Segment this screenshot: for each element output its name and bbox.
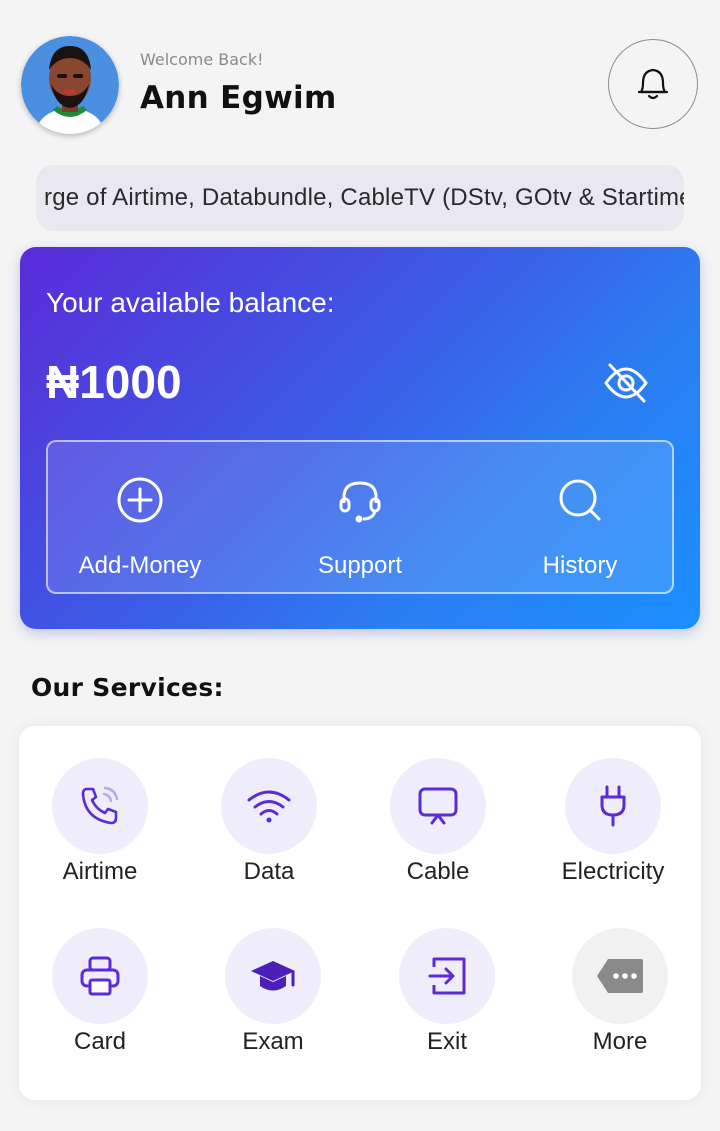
- services-panel: Airtime Data Cable Electricity Card Exam…: [19, 726, 701, 1100]
- service-label: Card: [73, 1028, 127, 1055]
- user-name: Ann Egwim: [140, 80, 337, 116]
- service-exit[interactable]: Exit: [377, 928, 517, 1068]
- more-tag-icon: [597, 959, 643, 993]
- avatar[interactable]: [21, 36, 119, 134]
- support-button[interactable]: Support: [275, 442, 445, 592]
- service-exam[interactable]: Exam: [203, 928, 343, 1068]
- headset-icon: [339, 481, 381, 523]
- quick-actions-panel: Add-Money Support History: [46, 440, 674, 594]
- service-label: Airtime: [62, 858, 138, 885]
- eye-off-icon: [604, 363, 648, 403]
- announcement-banner: rge of Airtime, Databundle, CableTV (DSt…: [36, 165, 684, 231]
- search-icon: [559, 479, 601, 521]
- service-cable[interactable]: Cable: [368, 758, 508, 898]
- service-label: Cable: [406, 858, 470, 885]
- tv-icon: [418, 787, 458, 825]
- service-card[interactable]: Card: [30, 928, 170, 1068]
- user-avatar-icon: [21, 36, 119, 134]
- bell-icon: [637, 68, 669, 100]
- services-title: Our Services:: [31, 673, 224, 702]
- service-icon-circle: [225, 928, 321, 1024]
- exit-icon: [428, 957, 466, 995]
- wifi-icon: [247, 790, 291, 823]
- service-data[interactable]: Data: [199, 758, 339, 898]
- balance-label: Your available balance:: [46, 287, 335, 318]
- service-label: Exit: [426, 1028, 467, 1055]
- header: Welcome Back! Ann Egwim: [0, 0, 720, 150]
- history-button[interactable]: History: [495, 442, 665, 592]
- service-icon-circle: [572, 928, 668, 1024]
- service-label: Electricity: [561, 858, 665, 885]
- announcement-text: rge of Airtime, Databundle, CableTV (DSt…: [44, 184, 684, 211]
- service-icon-circle: [399, 928, 495, 1024]
- notification-button[interactable]: [608, 39, 698, 129]
- service-icon-circle: [390, 758, 486, 854]
- service-more[interactable]: More: [550, 928, 690, 1068]
- service-icon-circle: [52, 758, 148, 854]
- service-electricity[interactable]: Electricity: [543, 758, 683, 898]
- service-airtime[interactable]: Airtime: [30, 758, 170, 898]
- service-label: Data: [243, 858, 295, 885]
- welcome-text: Welcome Back!: [140, 50, 264, 69]
- printer-icon: [80, 956, 120, 996]
- add-money-label: Add-Money: [78, 552, 202, 579]
- service-label: Exam: [242, 1028, 304, 1055]
- balance-amount: ₦1000: [46, 356, 182, 408]
- add-money-button[interactable]: Add-Money: [55, 442, 225, 592]
- plug-icon: [600, 785, 626, 827]
- balance-card: Your available balance: ₦1000 Add-Money: [20, 247, 700, 629]
- service-icon-circle: [52, 928, 148, 1024]
- service-icon-circle: [221, 758, 317, 854]
- phone-icon: [81, 786, 119, 825]
- service-label: More: [592, 1028, 648, 1055]
- service-icon-circle: [565, 758, 661, 854]
- history-label: History: [542, 552, 618, 579]
- balance-visibility-toggle[interactable]: [602, 359, 650, 407]
- support-label: Support: [317, 552, 403, 579]
- plus-circle-icon: [117, 477, 163, 523]
- graduation-cap-icon: [251, 961, 295, 991]
